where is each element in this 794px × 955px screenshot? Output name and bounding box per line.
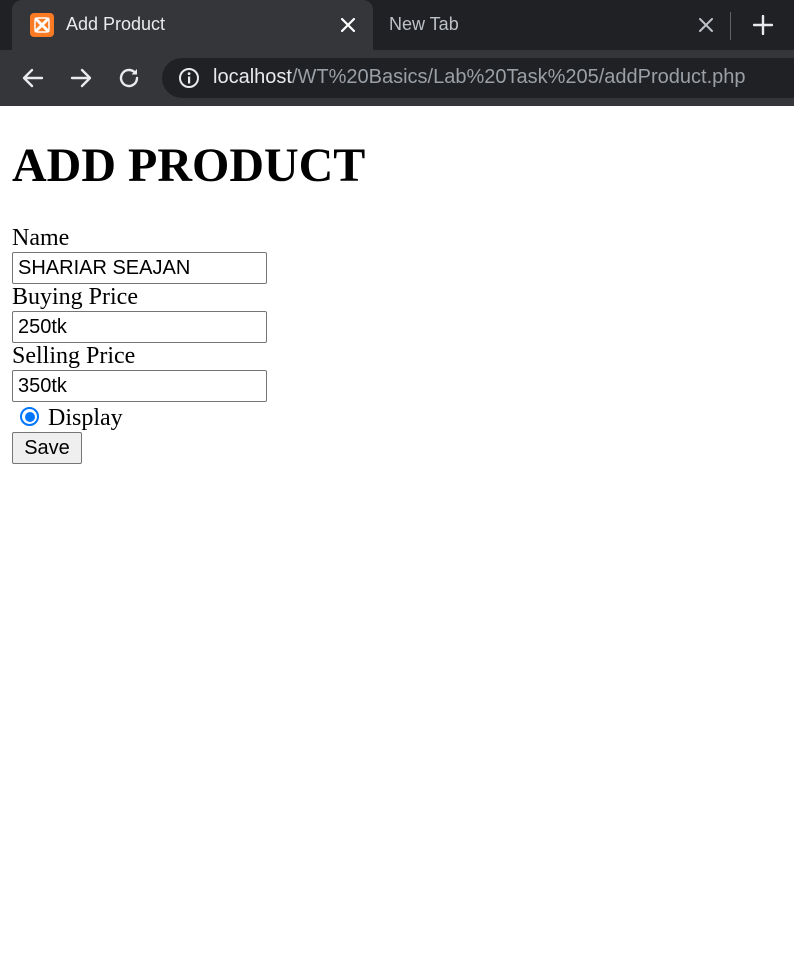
new-tab-button[interactable] bbox=[751, 13, 775, 37]
reload-button[interactable] bbox=[115, 64, 143, 92]
browser-toolbar: localhost/WT%20Basics/Lab%20Task%205/add… bbox=[0, 50, 794, 106]
buying-price-input[interactable] bbox=[12, 311, 267, 343]
tab-title: Add Product bbox=[66, 14, 166, 34]
tab-add-product[interactable]: Add Product bbox=[12, 0, 373, 50]
forward-button[interactable] bbox=[67, 64, 95, 92]
display-radio[interactable] bbox=[20, 407, 39, 426]
page-content: ADD PRODUCT Name Buying Price Selling Pr… bbox=[0, 106, 794, 955]
browser-tabstrip: Add Product New Tab bbox=[0, 0, 794, 50]
reload-icon bbox=[119, 68, 139, 88]
display-label: Display bbox=[48, 405, 123, 431]
plus-icon bbox=[753, 15, 773, 35]
tab-title: New Tab bbox=[389, 14, 459, 34]
close-icon[interactable] bbox=[695, 14, 717, 36]
name-label: Name bbox=[12, 225, 70, 251]
url-host: localhost bbox=[213, 66, 292, 88]
info-icon[interactable] bbox=[178, 67, 200, 89]
buying-price-label: Buying Price bbox=[12, 284, 138, 310]
name-input[interactable] bbox=[12, 252, 267, 284]
page-title: ADD PRODUCT bbox=[12, 139, 366, 192]
tab-separator bbox=[730, 12, 731, 40]
arrow-left-icon bbox=[22, 68, 44, 88]
xampp-icon bbox=[30, 13, 54, 37]
url-path: /WT%20Basics/Lab%20Task%205/addProduct.p… bbox=[291, 66, 746, 88]
selling-price-input[interactable] bbox=[12, 370, 267, 402]
save-button[interactable]: Save bbox=[12, 432, 82, 464]
selling-price-label: Selling Price bbox=[12, 343, 136, 369]
address-bar[interactable]: localhost/WT%20Basics/Lab%20Task%205/add… bbox=[162, 58, 794, 98]
back-button[interactable] bbox=[19, 64, 47, 92]
url-text: localhost/WT%20Basics/Lab%20Task%205/add… bbox=[213, 66, 746, 89]
close-icon[interactable] bbox=[337, 14, 359, 36]
tab-new-tab[interactable]: New Tab bbox=[374, 0, 726, 50]
arrow-right-icon bbox=[70, 68, 92, 88]
